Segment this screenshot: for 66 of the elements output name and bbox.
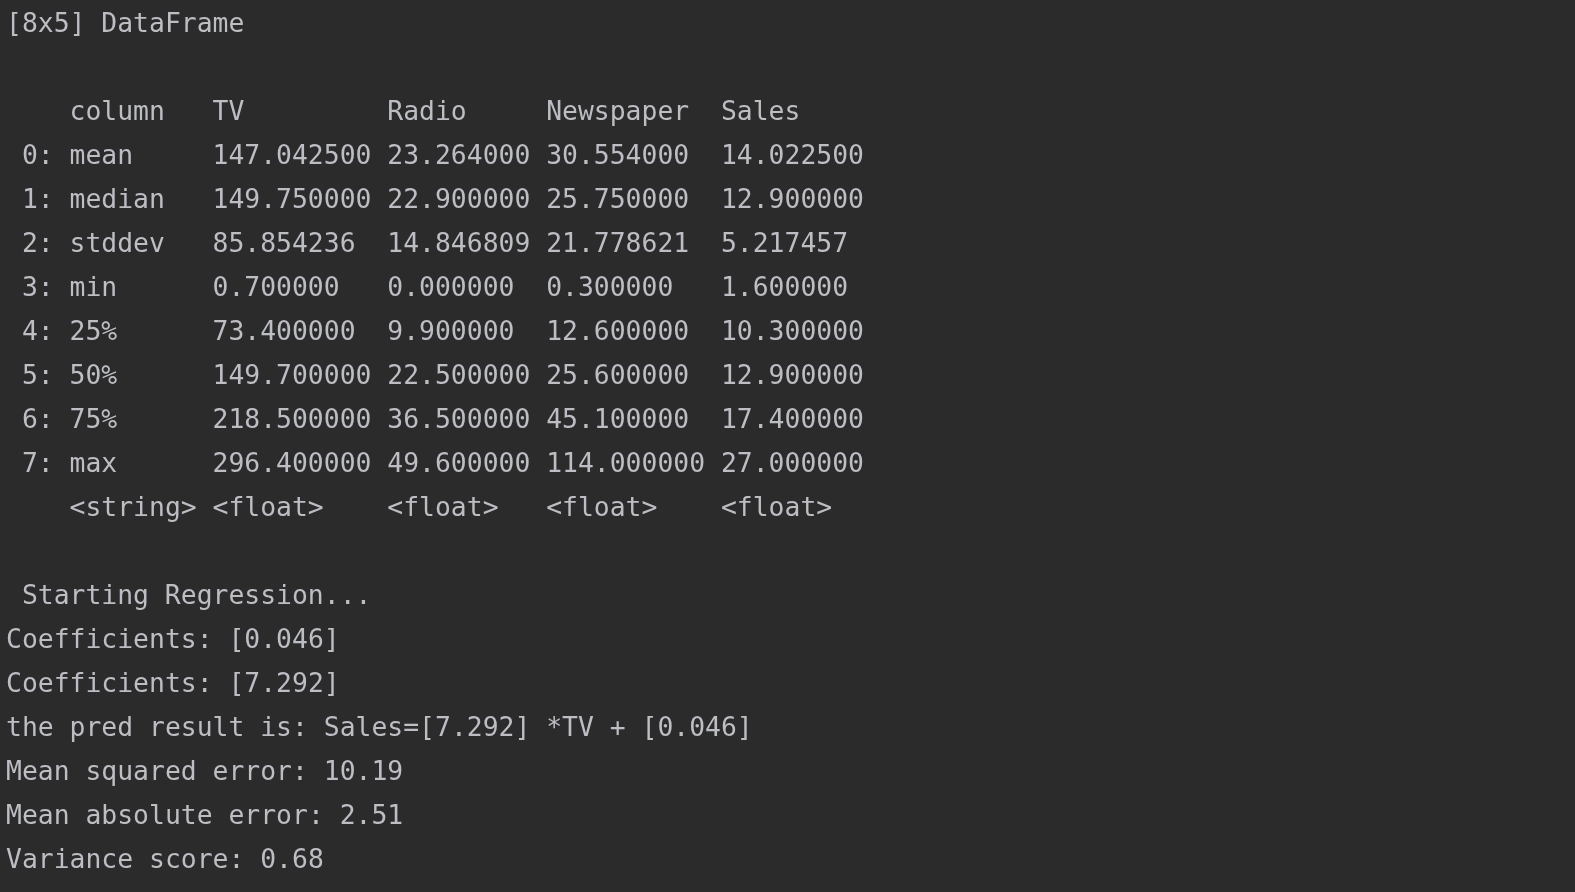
table-cell-text: 147.042500 [212,138,372,172]
table-cell-text: 23.264000 [387,138,531,172]
table-cell-text: 296.400000 [212,446,372,480]
table-cell-text: 12.900000 [720,358,864,392]
column-header: Newspaper [546,94,690,128]
column-header: Sales [720,94,801,128]
row-index: 1: [21,182,54,216]
row-index: 3: [21,270,54,304]
row-index: 2: [21,226,54,260]
log-line: the pred result is: Sales=[7.292] *TV + [0.046] [6,710,753,744]
table-cell-text: 149.700000 [212,358,372,392]
log-line: Mean absolute error: 2.51 [6,798,404,832]
table-cell-text: 25.600000 [546,358,690,392]
table-cell-text: max [69,446,118,480]
log-line: Mean squared error: 10.19 [6,754,404,788]
log-line: Coefficients: [7.292] [6,666,340,700]
table-cell-text: 218.500000 [212,402,372,436]
table-cell-text: median [69,182,165,216]
column-type: <float> [387,490,499,524]
row-index: 0: [21,138,54,172]
table-cell-text: 9.900000 [387,314,515,348]
table-cell-text: 0.300000 [546,270,674,304]
table-cell-text: 21.778621 [546,226,690,260]
row-index: 5: [21,358,54,392]
console-title: [8x5] DataFrame [6,6,245,40]
table-cell-text: 14.846809 [387,226,531,260]
log-heading: Starting Regression... [21,578,372,612]
table-cell-text: 25% [69,314,118,348]
row-index: 4: [21,314,54,348]
column-type: <float> [720,490,833,524]
table-cell-text: 5.217457 [720,226,849,260]
table-cell-text: 36.500000 [387,402,531,436]
column-header: Radio [387,94,467,128]
column-type: <float> [546,490,658,524]
table-cell-text: 27.000000 [720,446,864,480]
table-cell-text: 0.700000 [212,270,340,304]
table-cell-text: 14.022500 [720,138,864,172]
table-cell-text: stddev [69,226,165,260]
table-cell-text: 12.600000 [546,314,690,348]
table-cell-text: 114.000000 [546,446,706,480]
table-cell-text: 25.750000 [546,182,690,216]
table-cell-text: 149.750000 [212,182,372,216]
table-cell-text: 22.500000 [387,358,531,392]
table-cell-text: 45.100000 [546,402,690,436]
table-cell-text: 73.400000 [212,314,356,348]
log-line: Variance score: 0.68 [6,842,324,876]
table-cell-text: 22.900000 [387,182,531,216]
table-cell-text: 1.600000 [720,270,849,304]
column-header: TV [212,94,245,128]
table-cell-text: 0.000000 [387,270,515,304]
table-cell-text: 75% [69,402,118,436]
table-cell-text: 30.554000 [546,138,690,172]
row-index: 6: [21,402,54,436]
column-header: column [69,94,165,128]
row-index: 7: [21,446,54,480]
table-cell-text: mean [69,138,134,172]
table-cell-text: 10.300000 [720,314,864,348]
table-cell-text: 49.600000 [387,446,531,480]
table-cell-text: 12.900000 [720,182,864,216]
table-cell-text: 85.854236 [212,226,356,260]
column-type: <string> [69,490,197,524]
column-type: <float> [212,490,324,524]
table-cell-text: 50% [69,358,118,392]
table-cell-text: 17.400000 [720,402,864,436]
log-line: Coefficients: [0.046] [6,622,340,656]
table-cell-text: min [69,270,118,304]
